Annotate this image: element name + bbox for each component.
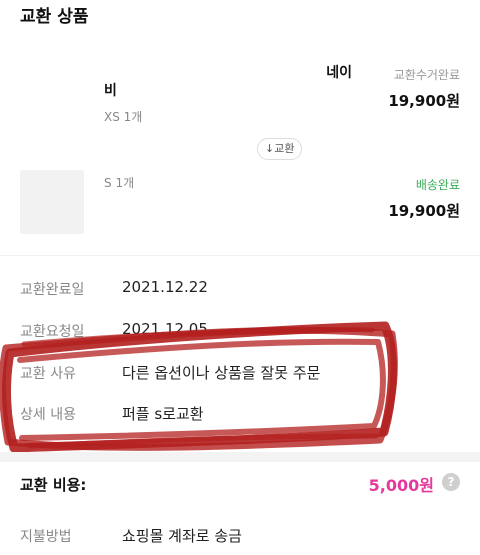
exchange-fee-value: 5,000원 [368, 476, 434, 495]
option-qty: 1개 [123, 110, 143, 124]
divider [0, 255, 480, 256]
item-price: 19,900원 [388, 202, 460, 220]
reason-label: 교환 사유 [20, 366, 76, 382]
request-date-value: 2021.12.05 [122, 320, 208, 338]
reason-value: 다른 옵션이나 상품을 잘못 주문 [122, 364, 321, 382]
section-separator [0, 452, 480, 462]
option-size: XS [104, 110, 120, 124]
payment-method-value: 쇼핑몰 계좌로 송금 [122, 527, 242, 545]
payment-method-label: 지불방법 [20, 529, 72, 545]
exchange-arrow-badge: ↓교환 [257, 138, 303, 160]
option-qty: 1개 [115, 176, 135, 190]
option-size: S [104, 176, 112, 190]
completed-date-value: 2021.12.22 [122, 278, 208, 296]
help-icon[interactable]: ? [442, 473, 460, 491]
description-label: 상세 내용 [20, 407, 76, 423]
status-return-collected: 교환수거완료 [393, 68, 460, 82]
status-delivered: 배송완료 [415, 178, 460, 192]
completed-date-label: 교환완료일 [20, 282, 85, 298]
item-option: S 1개 [104, 174, 134, 191]
exchange-fee-label: 교환 비용: [20, 476, 87, 494]
product-name[interactable]: 비 [104, 80, 117, 100]
item-price: 19,900원 [388, 92, 460, 110]
request-date-label: 교환요청일 [20, 324, 85, 340]
product-thumbnail[interactable] [20, 170, 84, 234]
description-value: 퍼플 s로교환 [122, 405, 204, 423]
product-name-partial: 네이 [326, 65, 352, 81]
item-option: XS 1개 [104, 108, 142, 125]
section-title: 교환 상품 [20, 7, 89, 27]
